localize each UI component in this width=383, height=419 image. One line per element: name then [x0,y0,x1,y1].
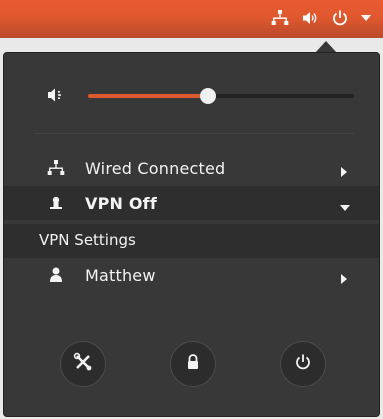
vpn-item[interactable]: VPN Off [4,186,379,220]
power-button[interactable] [280,341,326,387]
top-bar [0,0,383,38]
vpn-settings-label: VPN Settings [39,231,136,249]
chevron-right-icon [340,269,348,288]
vpn-settings-item[interactable]: VPN Settings [4,224,379,258]
power-icon [294,353,312,375]
user-item[interactable]: Matthew [4,258,379,292]
volume-slider[interactable] [88,88,354,104]
volume-slider-fill [88,94,208,98]
network-icon [271,9,289,27]
lock-button[interactable] [170,341,216,387]
network-icon [47,159,65,177]
wired-connection-label: Wired Connected [85,158,226,178]
power-icon [331,9,349,27]
settings-button[interactable] [60,341,106,387]
separator [34,133,354,134]
chevron-down-icon [340,197,350,216]
volume-icon [301,9,319,27]
wired-connection-item[interactable]: Wired Connected [4,151,379,185]
system-menu: Wired Connected VPN Off VPN Settings Mat [3,52,380,417]
volume-slider-knob[interactable] [199,88,216,104]
volume-row [46,81,356,109]
status-area[interactable] [271,9,371,27]
user-icon [47,266,65,284]
user-label: Matthew [85,265,156,285]
vpn-icon [47,194,65,212]
lock-icon [184,353,202,375]
volume-icon [46,85,66,109]
dropdown-arrow-icon [361,14,371,22]
chevron-right-icon [340,162,348,181]
settings-icon [73,352,93,376]
vpn-label: VPN Off [85,193,157,213]
